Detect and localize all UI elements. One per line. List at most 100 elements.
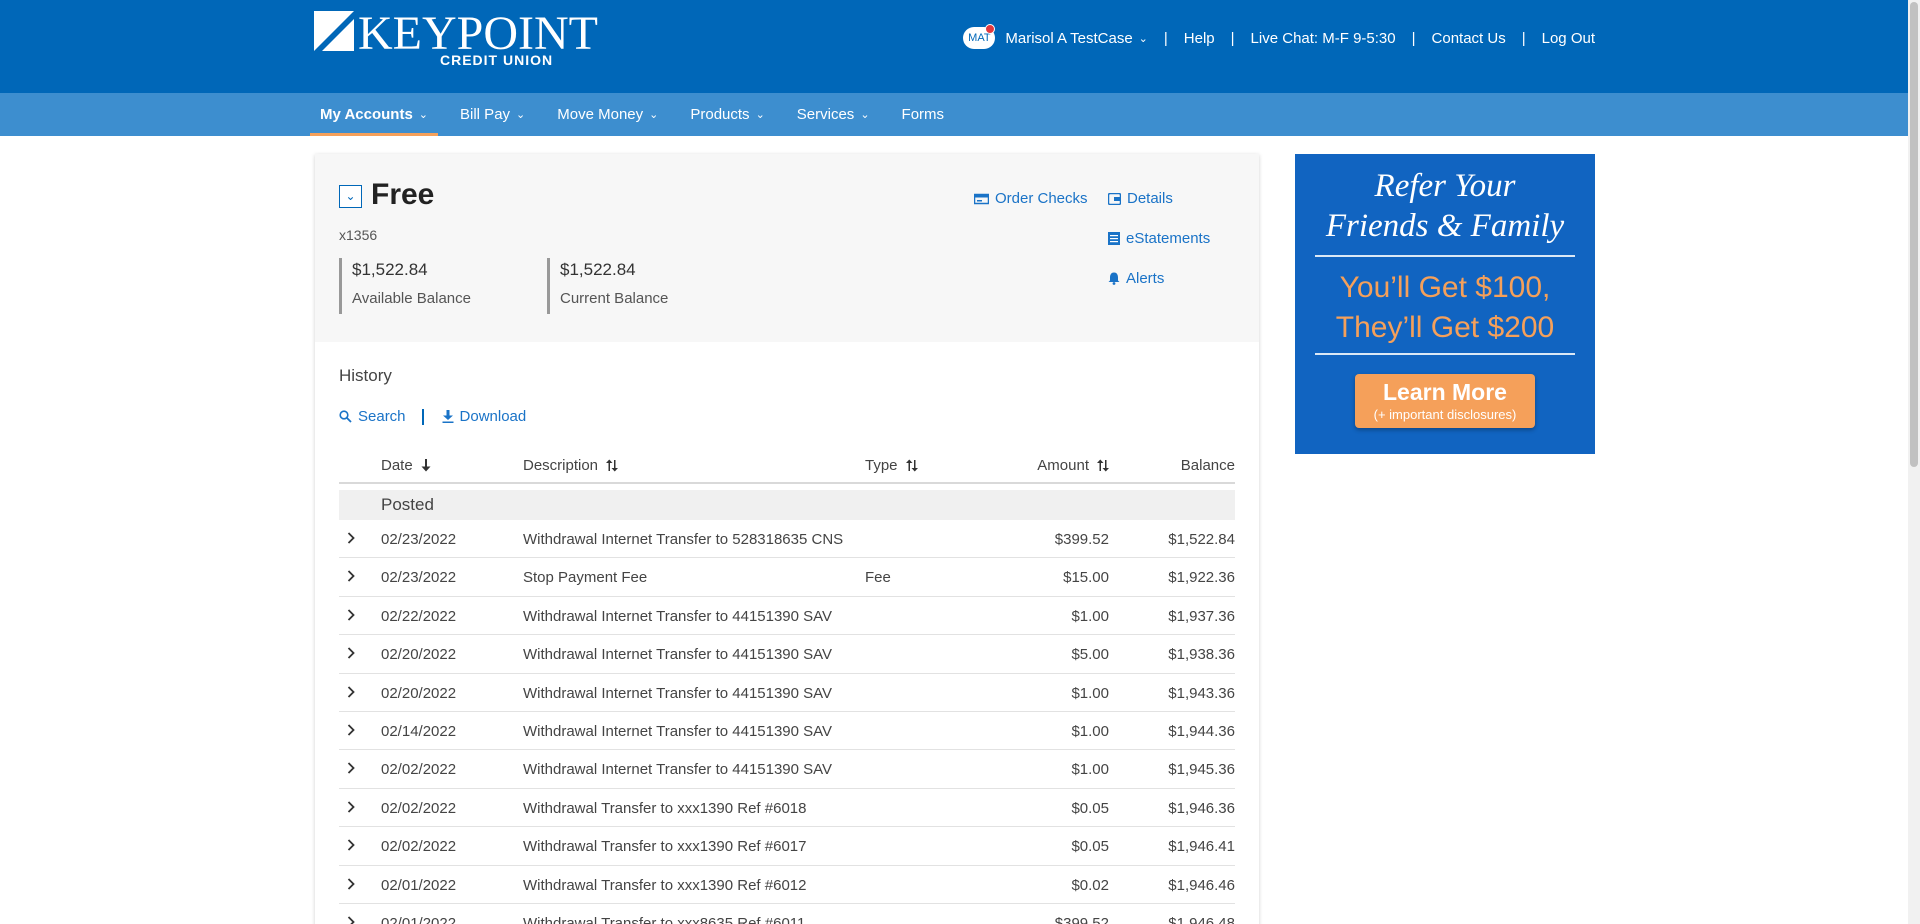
table-row[interactable]: 02/02/2022 Withdrawal Transfer to xxx1390… xyxy=(339,789,1235,828)
cell-description: Withdrawal Internet Transfer to 44151390… xyxy=(523,607,833,625)
cell-balance: $1,946.41 xyxy=(1168,838,1235,856)
current-balance: $1,522.84 Current Balance xyxy=(547,258,668,314)
cell-description: Withdrawal Transfer to xxx1390 Ref #6018 xyxy=(523,799,807,817)
separator: | xyxy=(1521,29,1526,47)
cell-balance: $1,943.36 xyxy=(1168,684,1235,702)
details-link[interactable]: Details xyxy=(1108,190,1173,207)
cell-date: 02/20/2022 xyxy=(381,646,457,664)
cell-amount: $15.00 xyxy=(1063,569,1109,587)
table-row[interactable]: 02/20/2022 Withdrawal Internet Transfer t… xyxy=(339,635,1235,674)
nav-label: Services xyxy=(796,106,855,123)
chevron-right-icon[interactable] xyxy=(347,916,355,924)
help-link[interactable]: Help xyxy=(1184,30,1215,47)
nav-move-money[interactable]: Move Money ⌄ xyxy=(547,93,668,136)
nav-services[interactable]: Services ⌄ xyxy=(787,93,880,136)
table-row[interactable]: 02/02/2022 Withdrawal Internet Transfer t… xyxy=(339,750,1235,789)
collapse-toggle-button[interactable]: ⌄ xyxy=(339,185,362,208)
brand-subtitle: CREDIT UNION xyxy=(440,52,554,68)
cell-description: Stop Payment Fee xyxy=(523,569,648,587)
nav-label: Forms xyxy=(901,106,945,123)
learn-more-button[interactable]: Learn More (+ important disclosures) xyxy=(1355,374,1535,428)
chevron-right-icon[interactable] xyxy=(347,724,355,736)
promo-offer-1: You’ll Get $100, xyxy=(1339,271,1551,304)
account-number: x1356 xyxy=(339,227,378,243)
alerts-link[interactable]: Alerts xyxy=(1108,270,1164,287)
referral-promo-banner[interactable]: Refer Your Friends & Family You’ll Get $… xyxy=(1295,154,1595,454)
keypoint-logo[interactable]: KEYPOINT CREDIT UNION xyxy=(314,7,604,73)
checkbook-icon xyxy=(974,193,989,204)
order-checks-link[interactable]: Order Checks xyxy=(974,190,1088,207)
download-link[interactable]: Download xyxy=(442,408,527,425)
cell-date: 02/23/2022 xyxy=(381,569,457,587)
user-name: Marisol A TestCase xyxy=(1005,29,1133,47)
chevron-right-icon[interactable] xyxy=(347,801,355,813)
cell-description: Withdrawal Internet Transfer to 44151390… xyxy=(523,761,833,779)
history-rows: 02/23/2022 Withdrawal Internet Transfer t… xyxy=(339,520,1235,924)
chevron-right-icon[interactable] xyxy=(347,609,355,621)
order-checks-label: Order Checks xyxy=(995,190,1088,207)
learn-more-label: Learn More xyxy=(1383,379,1507,405)
cell-amount: $1.00 xyxy=(1071,684,1109,702)
cell-amount: $399.52 xyxy=(1054,531,1109,548)
brand-name: KEYPOINT xyxy=(358,7,598,60)
chevron-right-icon[interactable] xyxy=(347,877,355,890)
nav-forms[interactable]: Forms xyxy=(892,93,955,136)
cell-date: 02/01/2022 xyxy=(381,914,457,924)
table-row[interactable]: 02/01/2022 Withdrawal Transfer to xxx1390… xyxy=(339,866,1235,904)
nav-products[interactable]: Products ⌄ xyxy=(680,93,774,136)
promo-offer: You’ll Get $100, They’ll Get $200 xyxy=(1295,268,1595,348)
estatements-label: eStatements xyxy=(1126,230,1211,247)
table-row[interactable]: 02/14/2022 Withdrawal Internet Transfer t… xyxy=(339,712,1235,751)
divider xyxy=(1315,353,1575,355)
estatements-link[interactable]: eStatements xyxy=(1108,230,1210,247)
nav-label: Products xyxy=(690,106,750,123)
chevron-down-icon: ⌄ xyxy=(345,189,356,203)
cell-balance: $1,938.36 xyxy=(1168,646,1235,664)
column-description[interactable]: Description xyxy=(523,457,619,474)
contact-us-link[interactable]: Contact Us xyxy=(1432,30,1506,47)
chevron-right-icon[interactable] xyxy=(347,685,355,698)
column-amount[interactable]: Amount xyxy=(1037,457,1109,474)
cell-balance: $1,946.46 xyxy=(1168,876,1235,894)
table-row[interactable]: 02/23/2022 Withdrawal Internet Transfer t… xyxy=(339,520,1235,559)
cell-amount: $399.52 xyxy=(1054,914,1109,924)
user-menu[interactable]: Marisol A TestCase ⌄ xyxy=(1005,30,1148,47)
available-balance-amount: $1,522.84 xyxy=(352,260,428,279)
nav-my-accounts[interactable]: My Accounts ⌄ xyxy=(310,93,439,136)
table-row[interactable]: 02/20/2022 Withdrawal Internet Transfer t… xyxy=(339,674,1235,712)
cell-description: Withdrawal Internet Transfer to 44151390… xyxy=(523,646,833,664)
chevron-right-icon[interactable] xyxy=(347,532,355,544)
main-nav: My Accounts ⌄ Bill Pay ⌄ Move Money ⌄ Pr… xyxy=(0,93,1908,136)
separator: | xyxy=(1230,29,1235,47)
divider xyxy=(1315,255,1575,257)
download-label: Download xyxy=(459,408,527,425)
cell-balance: $1,944.36 xyxy=(1168,722,1235,740)
scrollbar-thumb[interactable] xyxy=(1910,2,1918,467)
chevron-right-icon[interactable] xyxy=(347,647,355,659)
cell-balance: $1,946.36 xyxy=(1168,799,1235,817)
chevron-right-icon[interactable] xyxy=(347,570,355,583)
available-balance: $1,522.84 Available Balance xyxy=(339,258,471,314)
table-row[interactable]: 02/01/2022 Withdrawal Transfer to xxx8635… xyxy=(339,904,1235,924)
table-row[interactable]: 02/22/2022 Withdrawal Internet Transfer t… xyxy=(339,597,1235,636)
promo-headline: Refer Your Friends & Family xyxy=(1295,166,1595,246)
chevron-right-icon[interactable] xyxy=(347,762,355,774)
live-chat-link[interactable]: Live Chat: M-F 9-5:30 xyxy=(1251,30,1396,47)
table-row[interactable]: 02/02/2022 Withdrawal Transfer to xxx1390… xyxy=(339,827,1235,866)
log-out-link[interactable]: Log Out xyxy=(1542,30,1595,47)
cell-date: 02/23/2022 xyxy=(381,531,457,548)
search-link[interactable]: Search xyxy=(339,408,406,425)
cell-amount: $0.02 xyxy=(1071,876,1109,894)
sort-icon xyxy=(905,459,918,472)
column-type[interactable]: Type xyxy=(865,457,918,474)
chevron-right-icon[interactable] xyxy=(347,839,355,851)
page-scrollbar[interactable] xyxy=(1908,0,1920,924)
sort-icon xyxy=(1097,459,1109,472)
avatar[interactable]: MAT xyxy=(963,24,996,49)
nav-bill-pay[interactable]: Bill Pay ⌄ xyxy=(450,93,535,136)
column-date[interactable]: Date xyxy=(381,457,431,474)
learn-more-sublabel: (+ important disclosures) xyxy=(1373,407,1517,422)
column-balance-label: Balance xyxy=(1180,457,1235,474)
table-row[interactable]: 02/23/2022 Stop Payment Fee Fee $15.00 $1,92… xyxy=(339,558,1235,597)
wallet-icon xyxy=(1108,192,1121,205)
